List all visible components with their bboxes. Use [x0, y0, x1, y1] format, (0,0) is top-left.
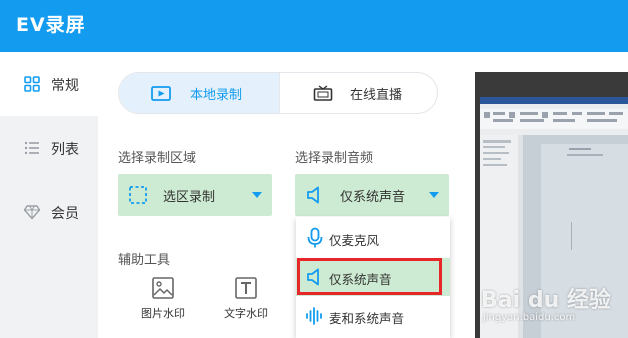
- audio-option-mic-and-system[interactable]: 麦和系统声音: [296, 297, 450, 335]
- sidebar-item-label: 会员: [51, 206, 79, 222]
- image-icon: [152, 277, 174, 299]
- audio-option-label: 仅麦克风: [329, 233, 380, 248]
- record-area-label: 选择录制区域: [118, 151, 197, 166]
- tool-label: 文字水印: [224, 307, 268, 320]
- sound-wave-icon: [306, 307, 322, 325]
- record-audio-label: 选择录制音频: [295, 151, 374, 166]
- watermark-logo-text: Bai du 经验: [481, 288, 611, 313]
- sidebar-item-label: 常规: [51, 78, 79, 94]
- app-title: EV录屏: [16, 14, 86, 36]
- list-icon: [24, 141, 39, 155]
- sidebar: 常规 列表 会员: [0, 52, 98, 338]
- speaker-icon: [307, 186, 319, 204]
- watermark-url: jingyan.baidu.com: [483, 312, 576, 323]
- sidebar-item-label: 列表: [51, 142, 79, 158]
- chevron-down-icon: [429, 192, 439, 198]
- audio-option-label: 麦和系统声音: [329, 311, 405, 326]
- tab-live-stream[interactable]: 在线直播: [279, 73, 437, 113]
- record-area-select[interactable]: 选区录制: [118, 174, 272, 216]
- tools-label: 辅助工具: [118, 253, 171, 268]
- chevron-down-icon: [252, 192, 262, 198]
- record-audio-value: 仅系统声音: [340, 190, 406, 205]
- audio-option-microphone[interactable]: 仅麦克风: [296, 219, 450, 257]
- tool-label: 图片水印: [141, 307, 185, 320]
- diamond-icon: [24, 205, 40, 220]
- mode-tabs: 本地录制 在线直播: [118, 72, 438, 114]
- tab-label: 本地录制: [190, 88, 243, 103]
- record-audio-select[interactable]: 仅系统声音: [295, 174, 449, 216]
- tab-local-record[interactable]: 本地录制: [119, 73, 279, 113]
- microphone-icon: [307, 227, 323, 248]
- grid-icon: [24, 76, 40, 92]
- video-camera-icon: [151, 86, 171, 101]
- selection-area-icon: [129, 186, 147, 204]
- tv-icon: [313, 85, 333, 101]
- sidebar-item-general[interactable]: 常规: [0, 52, 98, 116]
- baidu-watermark: Bai du 经验 jingyan.baidu.com: [481, 282, 621, 330]
- title-bar: EV录屏: [0, 0, 628, 52]
- text-icon: [235, 277, 257, 299]
- record-area-value: 选区录制: [163, 190, 216, 205]
- sidebar-item-member[interactable]: 会员: [0, 180, 98, 244]
- annotation-highlight: [297, 258, 442, 295]
- tab-label: 在线直播: [350, 88, 403, 103]
- sidebar-item-list[interactable]: 列表: [0, 116, 98, 180]
